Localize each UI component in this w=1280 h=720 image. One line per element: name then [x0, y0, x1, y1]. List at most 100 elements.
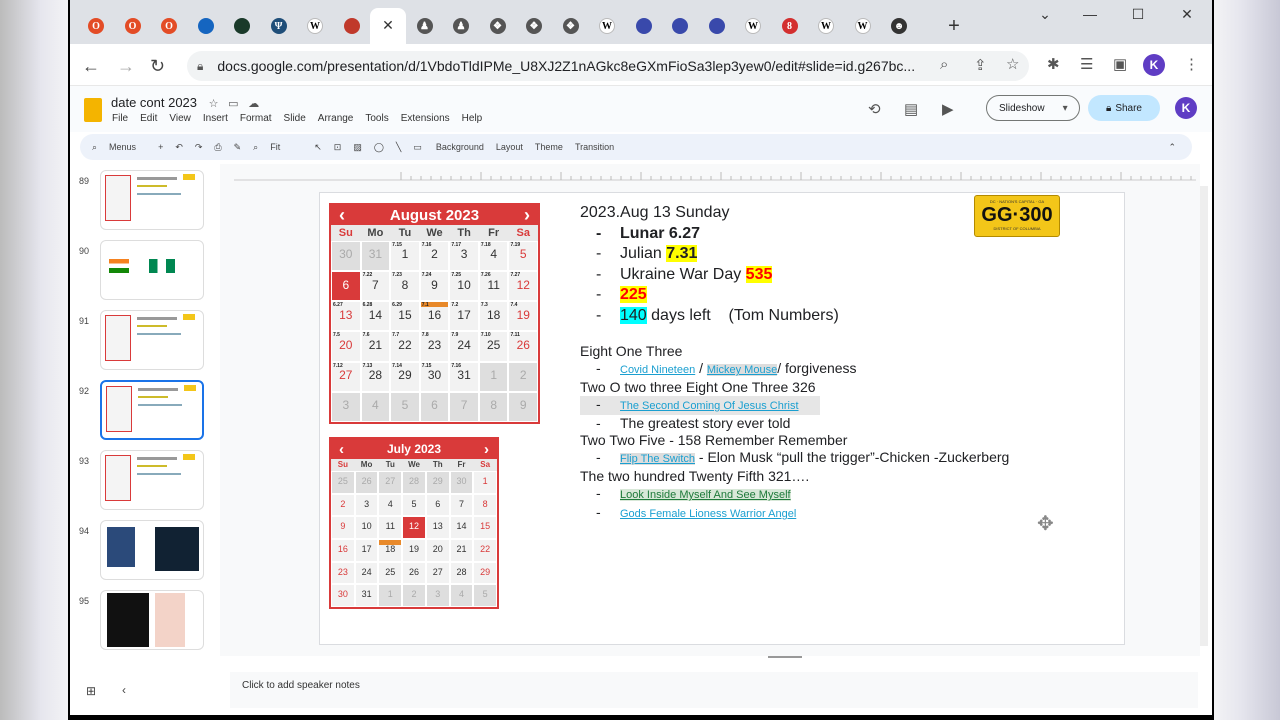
calendar-day[interactable]: 30: [449, 471, 474, 494]
avatar[interactable]: K: [1175, 97, 1197, 119]
select-icon[interactable]: ↖: [314, 142, 322, 153]
calendar-day[interactable]: 18: [378, 538, 403, 562]
calendar-day[interactable]: 7.23 8: [390, 271, 420, 302]
calendar-day[interactable]: 3: [425, 584, 450, 607]
calendar-day[interactable]: 7.12 27: [331, 361, 361, 392]
calendar-day[interactable]: 12: [402, 516, 426, 539]
calendar-day[interactable]: 7.11 26: [508, 331, 538, 362]
browser-tab[interactable]: W: [297, 12, 333, 40]
calendar-day[interactable]: 1: [378, 584, 403, 607]
menu-file[interactable]: File: [112, 113, 128, 124]
filmstrip-slide[interactable]: 94: [70, 520, 220, 586]
browser-tab[interactable]: [626, 12, 662, 40]
calendar-day[interactable]: 31: [354, 584, 379, 607]
slide-text-box[interactable]: 2023.Aug 13 Sunday Lunar 6.27 Julian 7.3…: [580, 203, 1009, 523]
calendar-day[interactable]: 4: [378, 493, 403, 517]
layout-button[interactable]: Layout: [496, 142, 523, 152]
calendar-day[interactable]: 7.27 12: [508, 271, 538, 302]
share-page-icon[interactable]: ⇪: [974, 56, 987, 74]
calendar-day[interactable]: 7.18 4: [478, 241, 509, 272]
browser-tab[interactable]: [334, 12, 370, 40]
calendar-day[interactable]: 6.28 14: [360, 301, 391, 332]
history-icon[interactable]: ⟲: [868, 100, 881, 118]
calendar-day[interactable]: 7.15 1: [390, 241, 420, 272]
browser-tab[interactable]: [699, 12, 735, 40]
slide-thumbnail[interactable]: [100, 170, 204, 230]
browser-tab[interactable]: ♟: [443, 12, 479, 40]
theme-button[interactable]: Theme: [535, 142, 563, 152]
calendar-day[interactable]: 3: [331, 391, 361, 422]
doc-title[interactable]: date cont 2023 ☆ ▭ ☁︎: [111, 95, 259, 110]
calendar-day[interactable]: 6: [419, 391, 450, 422]
calendar-day[interactable]: 2: [508, 361, 538, 392]
calendar-day[interactable]: 7.19 5: [508, 241, 538, 272]
browser-tab[interactable]: [662, 12, 698, 40]
calendar-day[interactable]: 13: [425, 516, 450, 539]
menu-extensions[interactable]: Extensions: [401, 113, 450, 124]
chevron-right-icon[interactable]: ›: [484, 441, 489, 458]
slide-thumbnail[interactable]: [100, 450, 204, 510]
browser-tab[interactable]: ☻: [881, 12, 917, 40]
extensions-icon[interactable]: ✱: [1047, 55, 1060, 73]
chevron-up-icon[interactable]: ⌃: [1168, 142, 1176, 153]
close-window-icon[interactable]: ✕: [1167, 6, 1207, 23]
calendar-day[interactable]: 7.13 28: [360, 361, 391, 392]
calendar-day[interactable]: 24: [354, 561, 379, 585]
star-icon[interactable]: ☆: [1006, 55, 1019, 73]
shape-icon[interactable]: ◯: [374, 142, 384, 153]
calendar-day[interactable]: 11: [378, 516, 403, 539]
calendar-day[interactable]: 5: [402, 493, 426, 517]
filmstrip-slide[interactable]: 91: [70, 310, 220, 376]
calendar-day[interactable]: 17: [354, 538, 379, 562]
calendar-day[interactable]: 22: [473, 538, 497, 562]
omnibox[interactable]: 🔒︎ docs.google.com/presentation/d/1VbdoT…: [187, 51, 1029, 81]
calendar-day[interactable]: 7.26 11: [478, 271, 509, 302]
forward-icon[interactable]: →: [117, 56, 135, 77]
search-icon[interactable]: ⌕: [92, 142, 97, 153]
menu-edit[interactable]: Edit: [140, 113, 157, 124]
calendar-day[interactable]: 7.14 29: [390, 361, 420, 392]
search-icon[interactable]: ⌕: [940, 56, 948, 73]
calendar-day[interactable]: 14: [449, 516, 474, 539]
zoom-icon[interactable]: ⌕: [253, 142, 258, 153]
calendar-day[interactable]: 7.16 2: [419, 241, 450, 272]
filmstrip-slide[interactable]: 93: [70, 450, 220, 516]
chevron-down-icon[interactable]: ▾: [1063, 103, 1068, 114]
menu-arrange[interactable]: Arrange: [318, 113, 354, 124]
calendar-day[interactable]: 27: [425, 561, 450, 585]
resize-handle[interactable]: [768, 656, 802, 658]
calendar-day[interactable]: 7.22 7: [360, 271, 391, 302]
comment-icon[interactable]: ▤: [904, 100, 918, 118]
speaker-notes[interactable]: Click to add speaker notes: [230, 672, 1198, 708]
chevron-left-icon[interactable]: ‹: [339, 205, 345, 226]
paint-format-icon[interactable]: ✎: [234, 142, 242, 153]
calendar-day[interactable]: 29: [473, 561, 497, 585]
media-icon[interactable]: ☰: [1080, 55, 1093, 73]
calendar-day[interactable]: 29: [425, 471, 450, 494]
menu-view[interactable]: View: [169, 113, 191, 124]
browser-tab[interactable]: O: [151, 12, 187, 40]
calendar-day[interactable]: 23: [331, 561, 355, 585]
calendar-day[interactable]: 6.29 15: [390, 301, 420, 332]
frame-icon[interactable]: ⊡: [334, 142, 342, 153]
calendar-day[interactable]: 7.17 3: [449, 241, 479, 272]
calendar-day[interactable]: 7.8 23: [419, 331, 450, 362]
browser-tab[interactable]: O: [115, 12, 151, 40]
browser-tab[interactable]: Ψ: [261, 12, 297, 40]
calendar-day[interactable]: 26: [354, 471, 379, 494]
browser-tab[interactable]: 8: [772, 12, 808, 40]
redo-icon[interactable]: ↷: [195, 142, 203, 153]
minimize-icon[interactable]: —: [1070, 6, 1110, 22]
calendar-day[interactable]: 3: [354, 493, 379, 517]
calendar-day[interactable]: 4: [449, 584, 474, 607]
calendar-day[interactable]: 15: [473, 516, 497, 539]
covid-link[interactable]: Covid Nineteen: [620, 364, 695, 376]
slideshow-button[interactable]: Slideshow ▾: [986, 95, 1080, 121]
grid-view-icon[interactable]: ⊞: [86, 684, 96, 698]
calendar-day[interactable]: 30: [331, 241, 361, 272]
browser-tab[interactable]: [224, 12, 260, 40]
calendar-day[interactable]: 4: [360, 391, 391, 422]
calendar-day[interactable]: 6.27 13: [331, 301, 361, 332]
calendar-day[interactable]: 6: [331, 271, 361, 302]
menu-slide[interactable]: Slide: [284, 113, 306, 124]
